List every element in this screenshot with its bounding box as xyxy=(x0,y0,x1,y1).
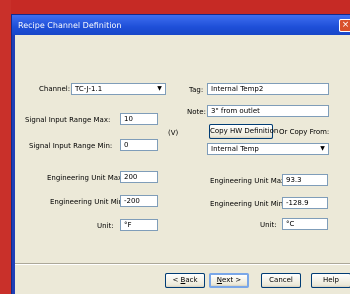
next-label: ext > xyxy=(222,276,242,284)
footer-divider xyxy=(15,263,350,265)
left-eng-min-label: Engineering Unit Min: xyxy=(50,198,126,206)
dialog-window: Recipe Channel Definition × Channel: TC-… xyxy=(11,14,350,294)
cancel-button[interactable]: Cancel xyxy=(261,273,301,288)
title-bar[interactable]: Recipe Channel Definition × xyxy=(12,15,350,35)
right-eng-min-label: Engineering Unit Min: xyxy=(210,200,286,208)
right-unit-label: Unit: xyxy=(260,221,277,229)
right-eng-min-input[interactable]: -128.9 xyxy=(282,197,328,209)
left-unit-input[interactable]: °F xyxy=(120,219,158,231)
window-title: Recipe Channel Definition xyxy=(18,21,122,30)
or-copy-from-label: Or Copy From: xyxy=(279,128,330,136)
left-unit-label: Unit: xyxy=(97,222,114,230)
channel-select[interactable]: TC-J-1.1 ▼ xyxy=(71,83,166,95)
back-prefix: < xyxy=(172,276,181,284)
copy-from-value: Internal Temp xyxy=(211,145,259,153)
back-label: ack xyxy=(185,276,198,284)
copy-from-select[interactable]: Internal Temp ▼ xyxy=(207,143,329,155)
left-eng-max-label: Engineering Unit Max: xyxy=(47,174,125,182)
left-eng-min-input[interactable]: -200 xyxy=(120,195,158,207)
help-button[interactable]: Help xyxy=(311,273,350,288)
signal-min-label: Signal Input Range Min: xyxy=(29,142,113,150)
left-eng-max-input[interactable]: 200 xyxy=(120,171,158,183)
chevron-down-icon[interactable]: ▼ xyxy=(318,145,327,153)
channel-value: TC-J-1.1 xyxy=(75,85,103,93)
tag-input[interactable]: Internal Temp2 xyxy=(207,83,329,95)
dialog-body: Channel: TC-J-1.1 ▼ Tag: Internal Temp2 … xyxy=(15,35,350,294)
signal-unit-label: (V) xyxy=(168,129,179,137)
note-input[interactable]: 3" from outlet xyxy=(207,105,329,117)
copy-hw-definition-button[interactable]: Copy HW Definition xyxy=(209,124,278,139)
signal-max-input[interactable]: 10 xyxy=(120,113,158,125)
back-button[interactable]: < Back xyxy=(165,273,205,288)
desktop-background xyxy=(0,0,11,294)
close-icon[interactable]: × xyxy=(339,19,350,32)
signal-max-label: Signal Input Range Max: xyxy=(25,116,111,124)
note-label: Note: xyxy=(187,108,206,116)
right-eng-max-label: Engineering Unit Max: xyxy=(210,177,288,185)
signal-min-input[interactable]: 0 xyxy=(120,139,158,151)
chevron-down-icon[interactable]: ▼ xyxy=(155,85,164,93)
right-unit-input[interactable]: °C xyxy=(282,218,328,230)
tag-label: Tag: xyxy=(189,86,204,94)
channel-label: Channel: xyxy=(39,85,71,93)
right-eng-max-input[interactable]: 93.3 xyxy=(282,174,328,186)
next-button[interactable]: Next > xyxy=(209,273,249,288)
